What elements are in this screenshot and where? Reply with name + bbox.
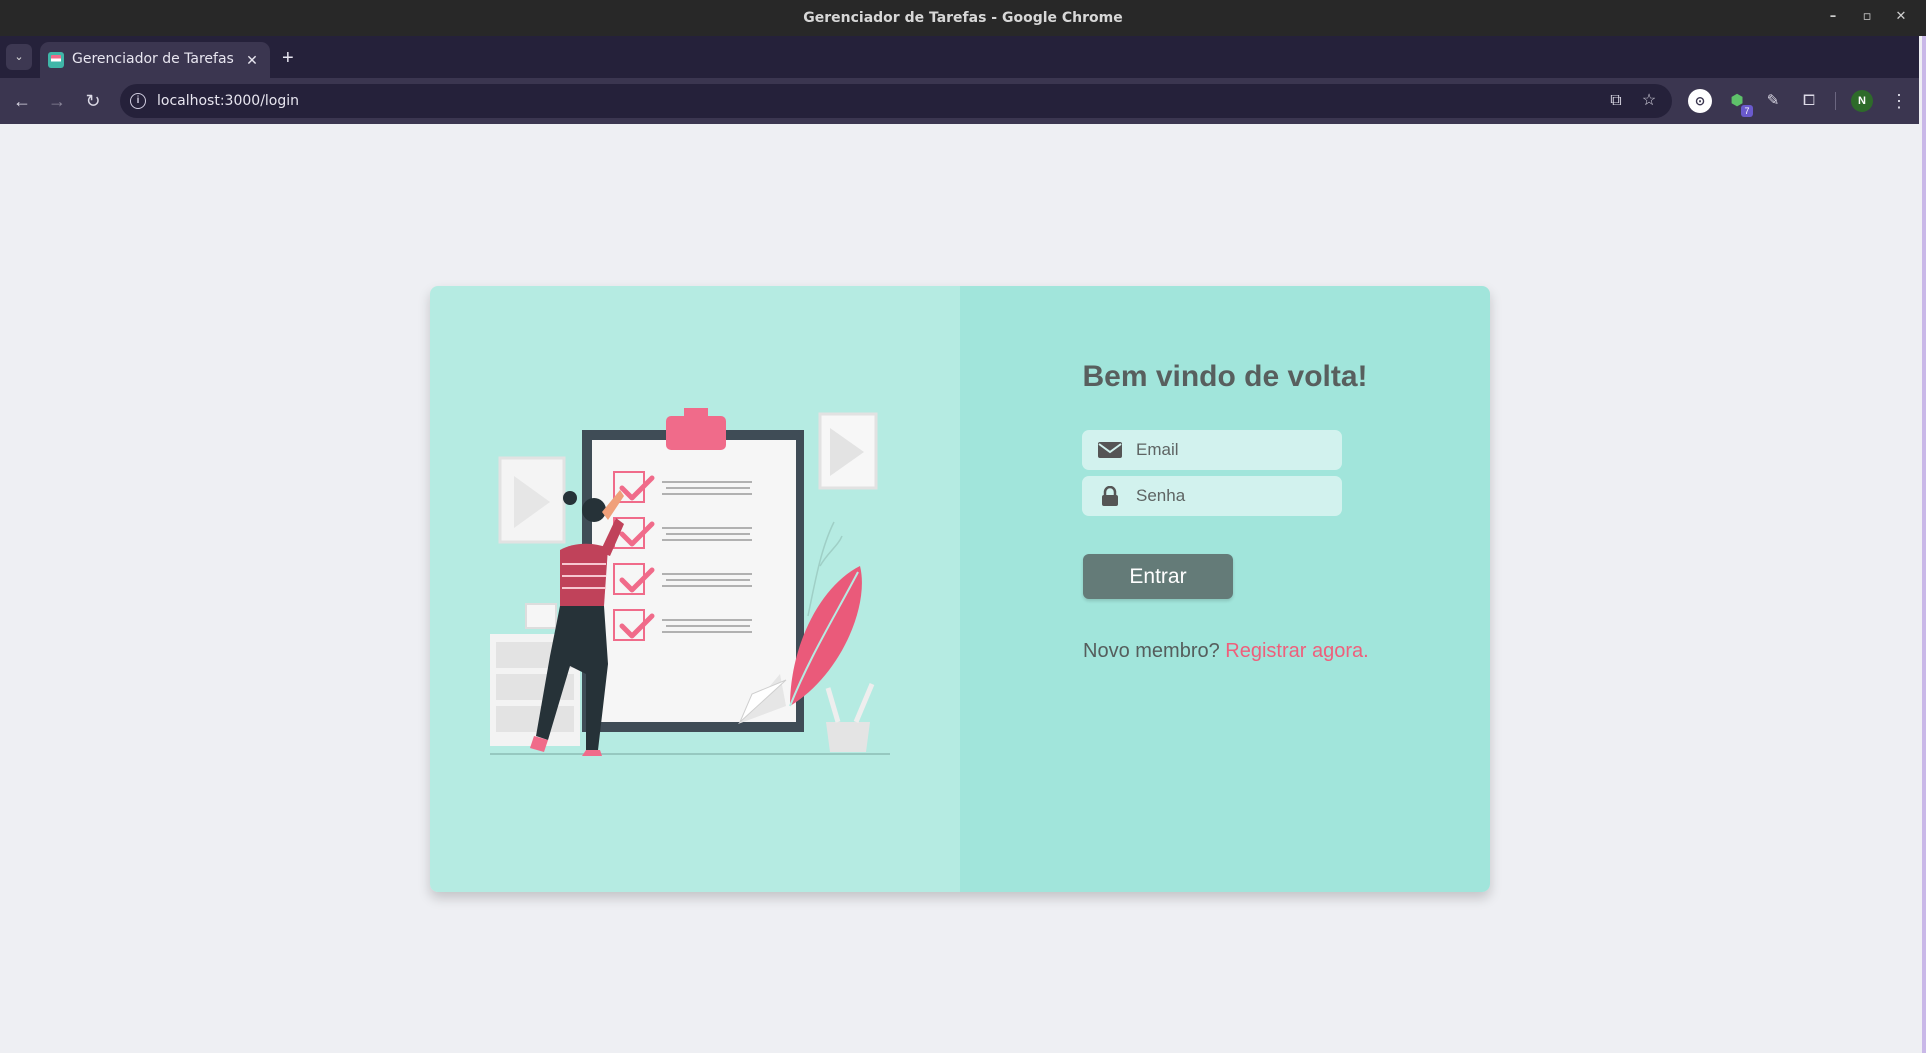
extension-circle-icon[interactable]: ⊙ bbox=[1688, 89, 1712, 113]
menu-dots-icon[interactable]: ⋮ bbox=[1890, 90, 1908, 112]
maximize-button[interactable]: ▫ bbox=[1856, 6, 1878, 28]
tab-gerenciador[interactable]: Gerenciador de Tarefas ✕ bbox=[40, 42, 270, 78]
checklist-illustration bbox=[490, 408, 890, 756]
eyedropper-icon[interactable]: ✎ bbox=[1761, 89, 1785, 113]
forward-button[interactable]: → bbox=[46, 90, 68, 112]
extension-badge: 7 bbox=[1741, 105, 1753, 117]
url-text[interactable]: localhost:3000/login bbox=[157, 93, 299, 109]
tab-close-icon[interactable]: ✕ bbox=[242, 50, 262, 70]
reload-button[interactable]: ↻ bbox=[82, 90, 104, 112]
password-input[interactable] bbox=[1136, 476, 1332, 516]
new-tab-button[interactable]: + bbox=[282, 48, 294, 68]
extension-cube-icon[interactable]: ⬢ 7 bbox=[1725, 89, 1753, 117]
app-favicon-icon bbox=[48, 52, 64, 68]
envelope-icon bbox=[1098, 442, 1122, 458]
browser-toolbar: ← → ↻ i localhost:3000/login ⧉ ☆ ⊙ ⬢ 7 ✎… bbox=[0, 78, 1926, 124]
bookmark-star-icon[interactable]: ☆ bbox=[1639, 91, 1659, 111]
lock-icon bbox=[1102, 486, 1118, 506]
back-button[interactable]: ← bbox=[11, 90, 33, 112]
login-form-panel: Bem vindo de volta! Entrar Novo membro? … bbox=[960, 286, 1490, 892]
toolbar-separator bbox=[1835, 92, 1836, 110]
login-submit-button[interactable]: Entrar bbox=[1083, 554, 1233, 599]
puzzle-icon[interactable]: ⧠ bbox=[1797, 89, 1821, 113]
site-info-icon[interactable]: i bbox=[130, 93, 146, 109]
email-input[interactable] bbox=[1136, 430, 1332, 470]
scrollbar-track bbox=[1919, 36, 1922, 1053]
email-field[interactable] bbox=[1082, 430, 1342, 470]
tab-bar: ⌄ Gerenciador de Tarefas ✕ + bbox=[0, 36, 1926, 78]
register-prompt-line: Novo membro? Registrar agora. bbox=[1083, 640, 1369, 663]
tab-search-button[interactable]: ⌄ bbox=[6, 44, 32, 70]
open-in-app-icon[interactable]: ⧉ bbox=[1606, 91, 1626, 111]
profile-avatar[interactable]: N bbox=[1851, 90, 1873, 112]
illustration-panel bbox=[430, 286, 960, 892]
password-field[interactable] bbox=[1082, 476, 1342, 516]
tab-title: Gerenciador de Tarefas bbox=[72, 51, 234, 67]
address-bar[interactable]: i localhost:3000/login ⧉ ☆ bbox=[120, 84, 1672, 118]
close-window-button[interactable]: ✕ bbox=[1890, 6, 1912, 28]
login-card: Bem vindo de volta! Entrar Novo membro? … bbox=[430, 286, 1490, 892]
window-title: Gerenciador de Tarefas - Google Chrome bbox=[803, 10, 1123, 26]
welcome-heading: Bem vindo de volta! bbox=[1082, 360, 1368, 393]
minimize-button[interactable]: – bbox=[1822, 6, 1844, 28]
window-titlebar: Gerenciador de Tarefas - Google Chrome –… bbox=[0, 0, 1926, 36]
register-link[interactable]: Registrar agora. bbox=[1225, 640, 1368, 662]
register-prompt-text: Novo membro? bbox=[1083, 640, 1220, 662]
